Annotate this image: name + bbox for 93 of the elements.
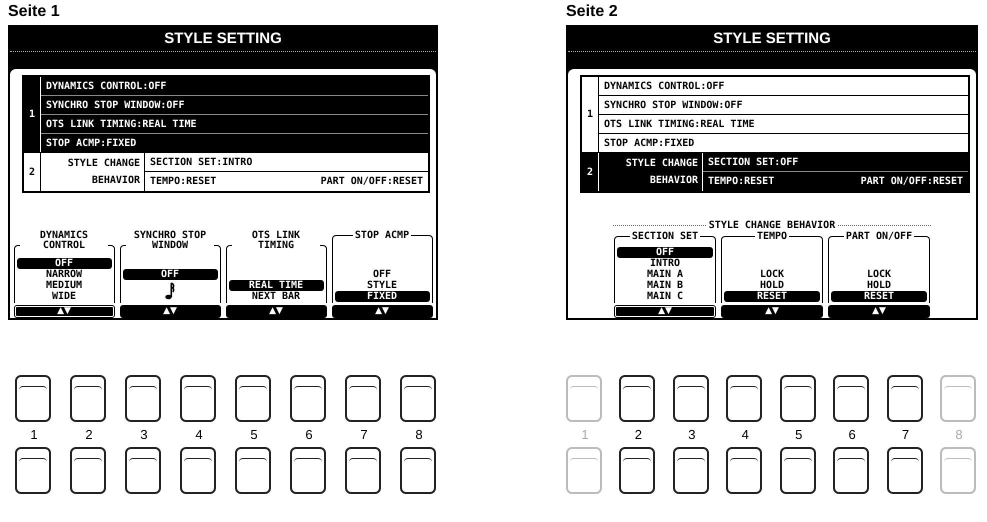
button-number: 4 — [742, 426, 749, 444]
parameter-title: SECTION SET — [630, 232, 700, 242]
setting-value: PART ON/OFF:RESET — [320, 176, 423, 186]
setting-value: OTS LINK TIMING:REAL TIME — [46, 118, 197, 130]
panel-button[interactable] — [125, 375, 161, 422]
button-number: 6 — [848, 426, 856, 444]
settings-group[interactable]: 2 STYLE CHANGE BEHAVIOR SECTION SET:INTRO TEMPO:RESET PART ON/OFF:RESET — [24, 152, 428, 191]
setting-value: TEMPO:RESET — [708, 176, 774, 186]
option-item[interactable]: RESET — [831, 291, 927, 302]
panel-button[interactable] — [15, 375, 51, 422]
panel-button[interactable] — [125, 447, 161, 494]
setting-value: SYNCHRO STOP WINDOW:OFF — [604, 100, 742, 110]
settings-group[interactable]: 2 STYLE CHANGE BEHAVIOR SECTION SET:OFF TEMPO:RESET PART ON/OFF:RESET — [582, 152, 968, 191]
up-down-button[interactable]: ▲▼ — [120, 305, 220, 318]
setting-value: DYNAMICS CONTROL:OFF — [46, 80, 166, 92]
sixteenth-note-icon — [165, 282, 175, 300]
panel-button[interactable] — [726, 447, 762, 494]
panel-button[interactable] — [619, 375, 656, 422]
group-label: STYLE CHANGE BEHAVIOR — [41, 153, 145, 191]
panel-button[interactable] — [70, 375, 106, 422]
up-down-button[interactable]: ▲▼ — [828, 305, 930, 318]
setting-value: STOP ACMP:FIXED — [46, 138, 136, 148]
option-item[interactable]: REAL TIME — [228, 280, 324, 291]
setting-value: SYNCHRO STOP WINDOW:OFF — [46, 100, 184, 110]
setting-value: PART ON/OFF:RESET — [860, 176, 963, 186]
group-number: 2 — [582, 153, 599, 191]
panel-button[interactable] — [15, 447, 51, 494]
parameter-title: DYNAMICS CONTROL — [20, 231, 108, 251]
parameter-title: PART ON/OFF — [844, 232, 914, 242]
panel-button[interactable] — [780, 447, 816, 494]
option-item[interactable]: OFF — [16, 258, 112, 269]
page-heading: Seite 2 — [566, 2, 618, 22]
button-number: 1 — [30, 426, 38, 444]
panel-button[interactable] — [400, 375, 436, 422]
panel-button[interactable] — [833, 447, 870, 494]
parameter-title: STOP ACMP — [352, 231, 412, 241]
panel-button[interactable] — [235, 375, 271, 422]
parameter-title: TEMPO — [754, 232, 790, 242]
settings-group[interactable]: 1 DYNAMICS CONTROL:OFF SYNCHRO STOP WINDOW:OFF OTS LINK TIMING:REAL TIME STOP ACMP:FIXED — [24, 77, 428, 152]
panel-button[interactable] — [400, 447, 436, 494]
button-number: 5 — [795, 426, 802, 444]
button-number: 5 — [250, 426, 258, 444]
option-item[interactable]: RESET — [724, 291, 820, 302]
page-heading: Seite 1 — [8, 2, 60, 22]
group-title: STYLE CHANGE BEHAVIOR — [708, 220, 836, 231]
button-number: 8 — [415, 426, 423, 444]
panel-button[interactable] — [345, 375, 381, 422]
up-down-button[interactable]: ▲▼ — [14, 305, 114, 318]
screen-title: STYLE SETTING — [713, 29, 831, 49]
screen-title: STYLE SETTING — [164, 29, 282, 49]
up-down-button[interactable]: ▲▼ — [332, 305, 432, 318]
group-number: 2 — [24, 153, 41, 191]
setting-value: SECTION SET:OFF — [708, 156, 798, 168]
option-item[interactable]: FIXED — [334, 291, 430, 302]
panel-button[interactable] — [672, 447, 709, 494]
up-down-button[interactable]: ▲▼ — [226, 305, 326, 318]
panel-button[interactable] — [290, 375, 326, 422]
panel-button[interactable] — [886, 447, 923, 494]
setting-value: OTS LINK TIMING:REAL TIME — [604, 118, 755, 130]
button-number: 7 — [360, 426, 368, 444]
button-number: 3 — [140, 426, 148, 444]
button-number: 4 — [195, 426, 203, 444]
setting-value: STOP ACMP:FIXED — [604, 138, 694, 148]
panel-button[interactable] — [235, 447, 271, 494]
panel-button[interactable] — [672, 375, 709, 422]
panel-button[interactable] — [180, 375, 216, 422]
group-label: STYLE CHANGE BEHAVIOR — [599, 153, 703, 191]
panel-button[interactable] — [180, 447, 216, 494]
setting-value: SECTION SET:INTRO — [150, 156, 252, 168]
button-number: 3 — [688, 426, 696, 444]
parameter-title: SYNCHRO STOP WINDOW — [126, 231, 214, 251]
panel-button[interactable] — [345, 447, 381, 494]
button-number: 8 — [955, 426, 963, 444]
panel-button[interactable] — [886, 375, 923, 422]
option-item[interactable]: OFF — [617, 247, 713, 258]
option-item[interactable]: OFF — [122, 269, 218, 280]
panel-button[interactable] — [619, 447, 656, 494]
up-down-button[interactable]: ▲▼ — [721, 305, 823, 318]
setting-value: TEMPO:RESET — [150, 176, 216, 186]
group-number: 1 — [24, 77, 41, 152]
panel-button[interactable] — [70, 447, 106, 494]
up-down-button[interactable]: ▲▼ — [614, 305, 716, 318]
parameter-title: OTS LINK TIMING — [232, 231, 320, 251]
button-number: 2 — [634, 426, 642, 444]
button-number: 2 — [85, 426, 93, 444]
panel-button[interactable] — [833, 375, 870, 422]
button-number: 7 — [902, 426, 910, 444]
button-number: 6 — [305, 426, 313, 444]
panel-button[interactable] — [290, 447, 326, 494]
panel-button[interactable] — [726, 375, 762, 422]
panel-button[interactable] — [780, 375, 816, 422]
setting-value: DYNAMICS CONTROL:OFF — [604, 80, 724, 92]
button-number: 1 — [581, 426, 589, 444]
